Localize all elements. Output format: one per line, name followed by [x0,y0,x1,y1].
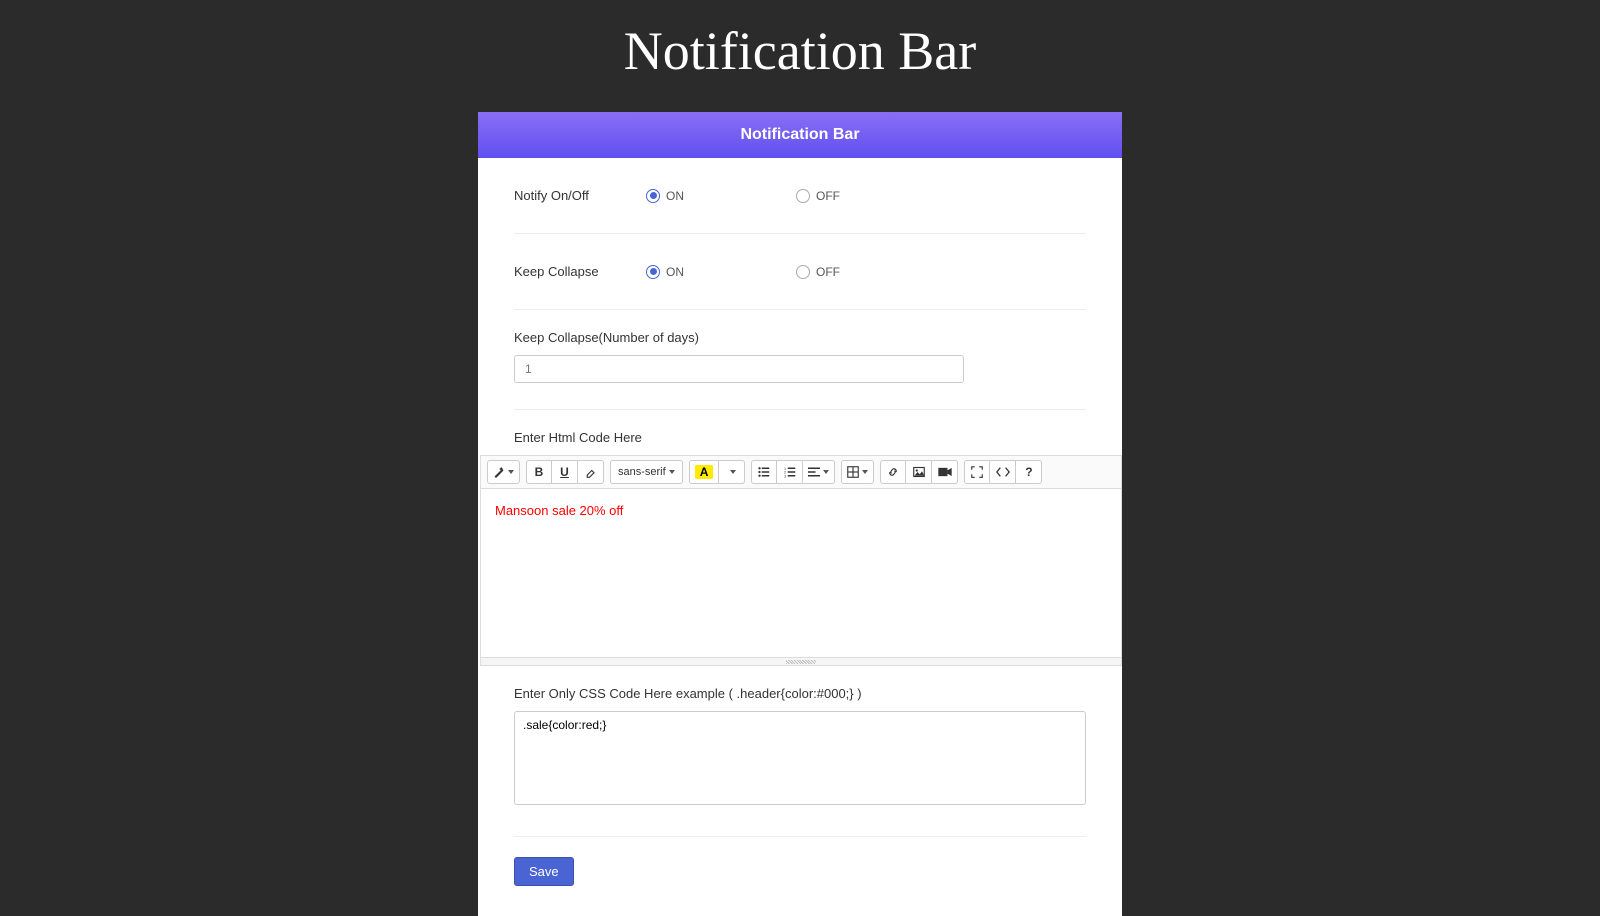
caret-down-icon [862,470,868,474]
collapse-on-radio[interactable] [646,265,660,279]
days-label: Keep Collapse(Number of days) [514,330,1086,345]
caret-down-icon [730,470,736,474]
collapse-off-radio[interactable] [796,265,810,279]
caret-down-icon [823,470,829,474]
paragraph-dropdown[interactable] [803,460,835,484]
page-title: Notification Bar [0,0,1600,112]
font-color-dropdown[interactable] [719,460,745,484]
list-ul-icon [758,466,770,478]
code-view-button[interactable] [990,460,1016,484]
style-dropdown-button[interactable] [487,460,520,484]
video-button[interactable] [932,460,958,484]
save-button[interactable]: Save [514,857,574,886]
font-color-button[interactable]: A [689,460,720,484]
editor-content-area[interactable]: Mansoon sale 20% off [480,488,1122,658]
settings-panel: Notification Bar Notify On/Off ON OFF Ke… [478,112,1122,916]
list-ol-icon: 123 [784,466,796,478]
bold-button[interactable]: B [526,460,552,484]
css-textarea[interactable] [514,711,1086,805]
caret-down-icon [508,470,514,474]
notify-row: Notify On/Off ON OFF [514,158,1086,234]
clear-format-button[interactable] [578,460,604,484]
underline-button[interactable]: U [552,460,578,484]
notify-on-radio[interactable] [646,189,660,203]
font-family-value: sans-serif [618,466,666,478]
align-icon [808,466,820,478]
collapse-row: Keep Collapse ON OFF [514,234,1086,310]
link-icon [887,466,899,478]
editor-resize-handle[interactable] [480,658,1122,666]
fullscreen-button[interactable] [964,460,990,484]
css-label: Enter Only CSS Code Here example ( .head… [514,686,1086,701]
fullscreen-icon [971,466,983,478]
notify-label: Notify On/Off [514,188,646,203]
link-button[interactable] [880,460,906,484]
picture-icon [913,466,925,478]
panel-header: Notification Bar [478,112,1122,158]
notify-off-label: OFF [816,189,840,203]
css-section: Enter Only CSS Code Here example ( .head… [514,666,1086,837]
picture-button[interactable] [906,460,932,484]
svg-text:3: 3 [784,474,786,478]
font-family-dropdown[interactable]: sans-serif [610,460,683,484]
video-icon [938,467,952,477]
html-section: Enter Html Code Here B U [514,410,1086,666]
html-label: Enter Html Code Here [514,430,1086,445]
days-input[interactable] [514,355,964,383]
magic-wand-icon [493,466,505,478]
table-icon [847,466,859,478]
caret-down-icon [669,470,675,474]
html-editor: B U sans-serif A [480,455,1122,666]
code-icon [996,466,1010,478]
collapse-on-label: ON [666,265,684,279]
notify-on-label: ON [666,189,684,203]
grip-icon [786,660,816,664]
editor-toolbar: B U sans-serif A [480,455,1122,488]
collapse-label: Keep Collapse [514,264,646,279]
eraser-icon [585,466,597,478]
unordered-list-button[interactable] [751,460,777,484]
notify-off-radio[interactable] [796,189,810,203]
ordered-list-button[interactable]: 123 [777,460,803,484]
table-dropdown[interactable] [841,460,874,484]
editor-text: Mansoon sale 20% off [495,503,623,518]
color-swatch-icon: A [695,465,714,479]
days-section: Keep Collapse(Number of days) [514,310,1086,410]
collapse-off-label: OFF [816,265,840,279]
help-button[interactable]: ? [1016,460,1042,484]
